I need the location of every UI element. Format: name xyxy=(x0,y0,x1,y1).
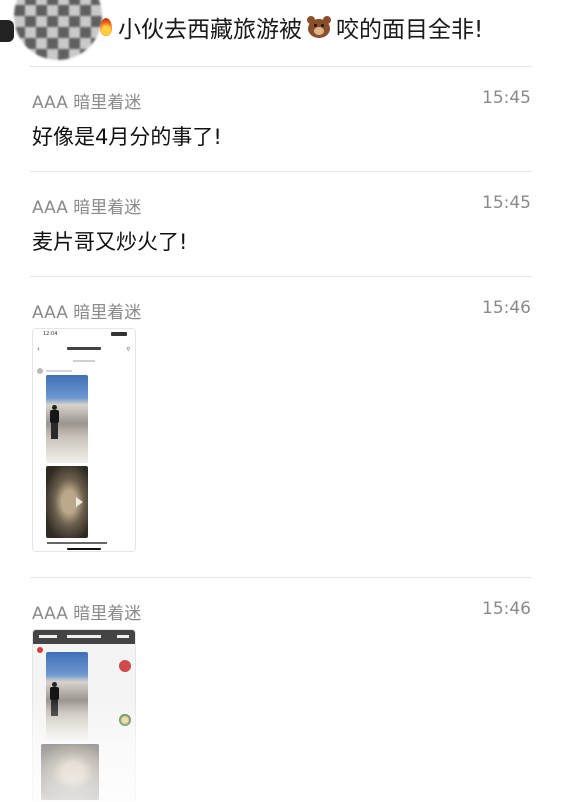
thumb-user-avatar xyxy=(37,368,43,374)
message-time: 15:45 xyxy=(482,88,531,108)
sender-name: AAA 暗里着迷 xyxy=(32,198,142,218)
screenshot-thumbnail[interactable] xyxy=(32,629,136,802)
thumb-nav-bar: ‹ ▿ xyxy=(33,341,135,357)
sender-name: AAA 暗里着迷 xyxy=(32,604,142,624)
avatar-edge xyxy=(0,20,14,42)
bear-icon xyxy=(306,15,332,39)
message-time: 15:46 xyxy=(482,599,531,619)
message-item[interactable]: AAA 暗里着迷 15:46 12:04 ‹ ▿ xyxy=(0,298,561,558)
message-item[interactable]: AAA 暗里着迷 15:46 xyxy=(0,599,561,802)
message-time: 15:45 xyxy=(482,193,531,213)
divider xyxy=(30,577,532,578)
screenshot-thumbnail[interactable]: 12:04 ‹ ▿ xyxy=(32,328,136,552)
chat-title-prefix: 小伙去西藏旅游被 xyxy=(118,17,302,43)
video-thumbnail xyxy=(41,744,99,800)
divider xyxy=(30,171,532,172)
avatar[interactable] xyxy=(14,0,102,60)
divider xyxy=(30,66,532,67)
mountain-photo xyxy=(46,375,88,463)
side-avatar xyxy=(119,660,131,672)
fire-icon xyxy=(100,18,112,36)
back-icon: ‹ xyxy=(37,345,40,353)
chat-title: 小伙去西藏旅游被 咬的面目全非! xyxy=(100,10,483,44)
play-icon xyxy=(76,497,83,507)
chat-title-suffix: 咬的面目全非! xyxy=(336,17,484,43)
chat-page: 小伙去西藏旅游被 咬的面目全非! AAA 暗里着迷 15:45 好像是4月分的事… xyxy=(0,0,561,802)
filter-icon: ▿ xyxy=(126,345,130,353)
side-avatar xyxy=(119,714,131,726)
thumb-status-bar: 12:04 xyxy=(33,329,135,339)
divider xyxy=(30,276,532,277)
message-item[interactable]: AAA 暗里着迷 15:45 好像是4月分的事了! xyxy=(0,88,561,168)
sender-name: AAA 暗里着迷 xyxy=(32,93,142,113)
thumb-user-avatar xyxy=(37,647,43,653)
message-text: 好像是4月分的事了! xyxy=(32,125,222,149)
chat-header: 小伙去西藏旅游被 咬的面目全非! xyxy=(0,0,561,60)
message-time: 15:46 xyxy=(482,298,531,318)
person-figure xyxy=(50,682,59,716)
message-text: 麦片哥又炒火了! xyxy=(32,230,188,254)
mountain-photo xyxy=(46,652,88,740)
video-thumbnail xyxy=(46,466,88,538)
person-figure xyxy=(50,405,59,439)
sender-name: AAA 暗里着迷 xyxy=(32,303,142,323)
message-item[interactable]: AAA 暗里着迷 15:45 麦片哥又炒火了! xyxy=(0,193,561,273)
